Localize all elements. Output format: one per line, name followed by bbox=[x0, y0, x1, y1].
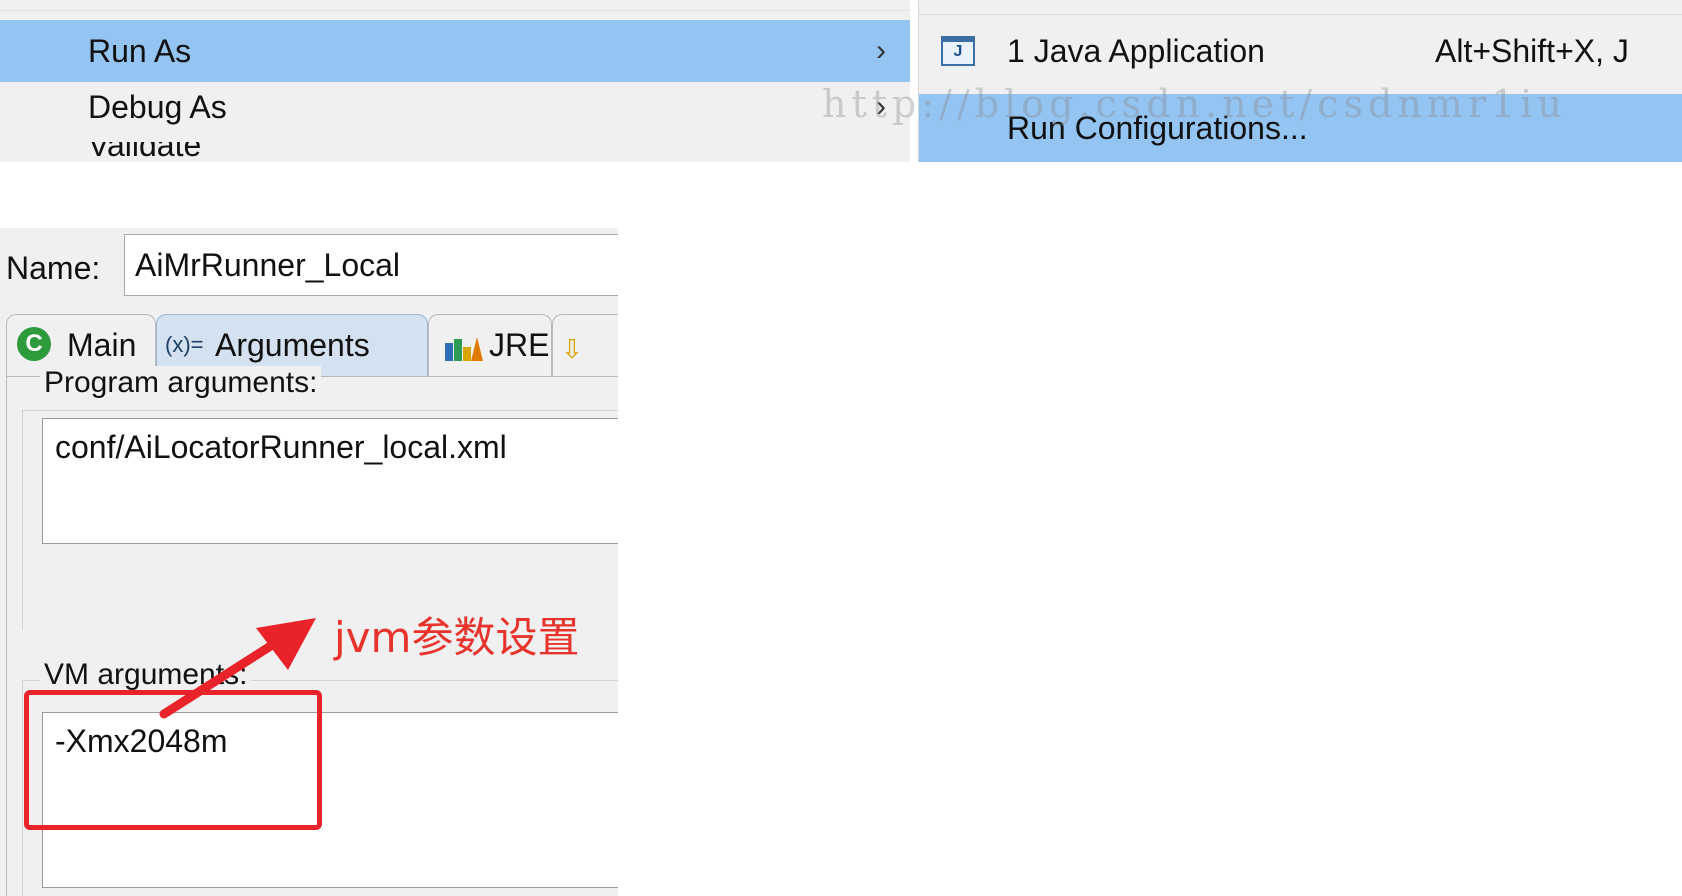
watermark-text: http://blog.csdn.net/csdnmr1iu bbox=[822, 82, 1567, 126]
keyboard-shortcut: Alt+Shift+X, J bbox=[1435, 33, 1629, 69]
program-arguments-textarea[interactable]: conf/AiLocatorRunner_local.xml bbox=[42, 418, 618, 544]
group-border bbox=[22, 410, 23, 630]
tab-jre[interactable]: JRE bbox=[428, 314, 552, 376]
group-border bbox=[22, 680, 23, 896]
run-as-submenu: J 1 Java Application Alt+Shift+X, J Run … bbox=[918, 0, 1682, 162]
submenu-top-separator bbox=[919, 0, 1682, 15]
name-label: Name: bbox=[6, 250, 101, 286]
submenu-arrow-icon: › bbox=[876, 34, 886, 67]
menu-item-label: Run As bbox=[88, 33, 192, 69]
main-class-icon: C bbox=[17, 327, 51, 361]
menu-item-label: Validate bbox=[88, 142, 202, 162]
menu-item-label: Debug As bbox=[88, 89, 227, 125]
context-menu: Run As › Debug As › Validate bbox=[0, 0, 910, 162]
program-arguments-label: Program arguments: bbox=[40, 366, 322, 400]
tab-classpath[interactable]: ⇩ bbox=[552, 314, 618, 376]
tab-panel-border bbox=[6, 376, 7, 896]
menu-item-java-application[interactable]: J 1 Java Application Alt+Shift+X, J bbox=[919, 16, 1682, 86]
menu-item-validate[interactable]: Validate bbox=[0, 142, 910, 162]
menu-item-run-as[interactable]: Run As › bbox=[0, 20, 910, 82]
annotation-label: jvm参数设置 bbox=[334, 613, 580, 662]
menu-item-debug-as[interactable]: Debug As › bbox=[0, 76, 910, 138]
java-application-icon: J bbox=[941, 36, 975, 66]
classpath-icon: ⇩ bbox=[561, 334, 583, 364]
jre-library-icon bbox=[445, 337, 483, 361]
menu-top-separator bbox=[0, 0, 910, 11]
configuration-name-input[interactable]: AiMrRunner_Local bbox=[124, 234, 618, 296]
annotation-arrow-icon bbox=[159, 618, 316, 719]
tab-label: JRE bbox=[489, 327, 550, 363]
menu-item-label: 1 Java Application bbox=[1007, 33, 1265, 69]
group-border bbox=[22, 410, 618, 411]
